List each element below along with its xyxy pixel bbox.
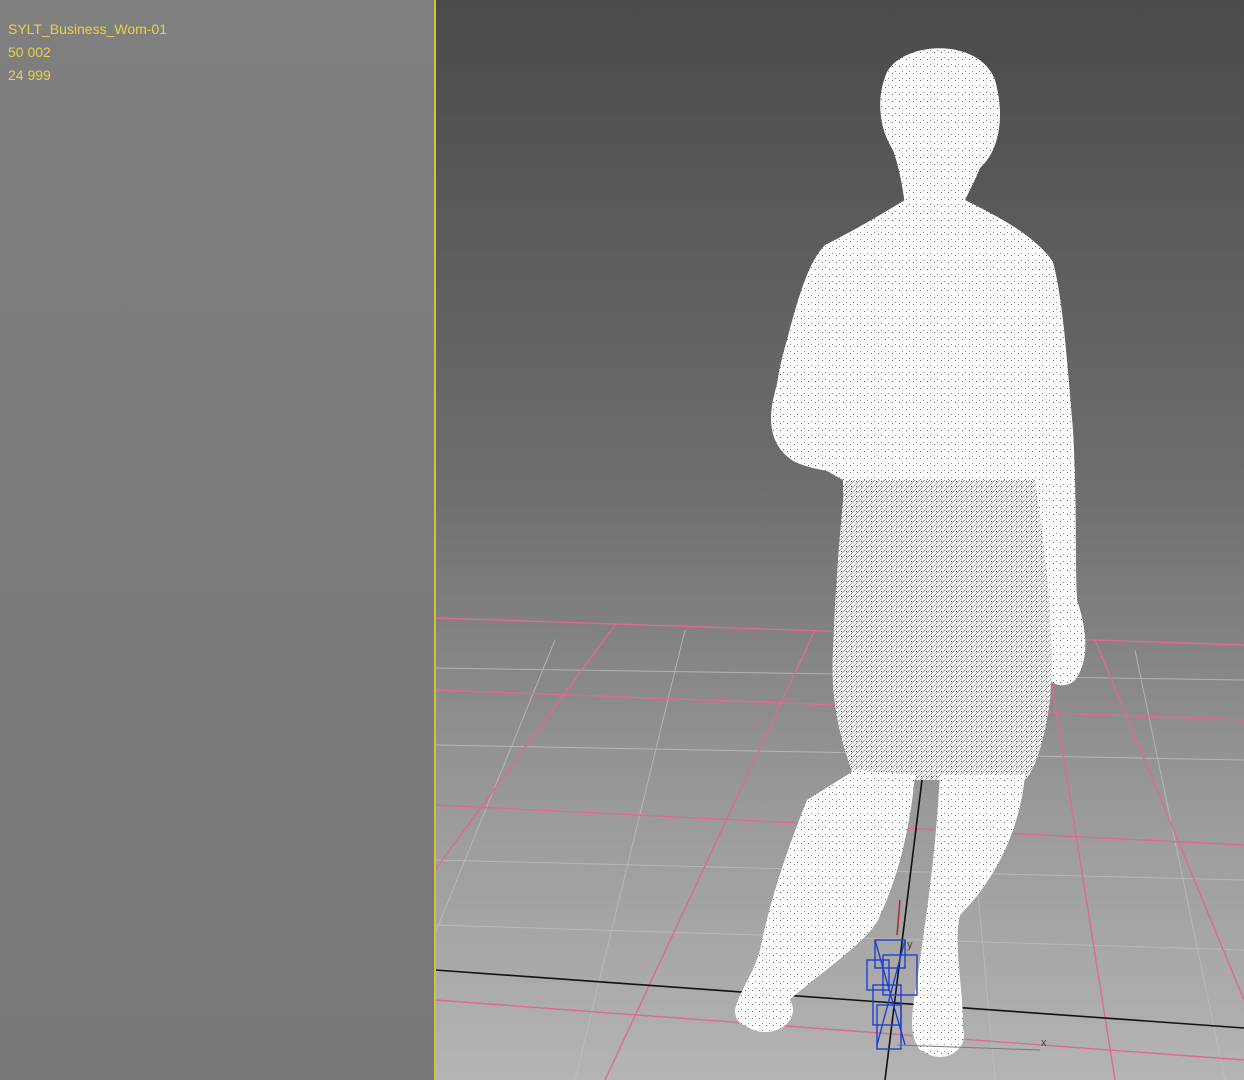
- object-name-label: SYLT_Business_Wom-01: [8, 21, 167, 37]
- viewport-scene[interactable]: y x: [435, 0, 1244, 1080]
- business-woman-mesh[interactable]: [735, 48, 1086, 1057]
- polygon-count-label: 50 002: [8, 44, 51, 60]
- active-viewport-border: [434, 0, 436, 1080]
- perspective-viewport[interactable]: y x: [435, 0, 1244, 1080]
- axis-y-label: y: [907, 939, 913, 951]
- axis-x-label: x: [1041, 1037, 1047, 1049]
- vertex-count-label: 24 999: [8, 67, 51, 83]
- viewport-stats: SYLT_Business_Wom-01 50 002 24 999: [8, 18, 167, 87]
- left-panel: [0, 0, 435, 1080]
